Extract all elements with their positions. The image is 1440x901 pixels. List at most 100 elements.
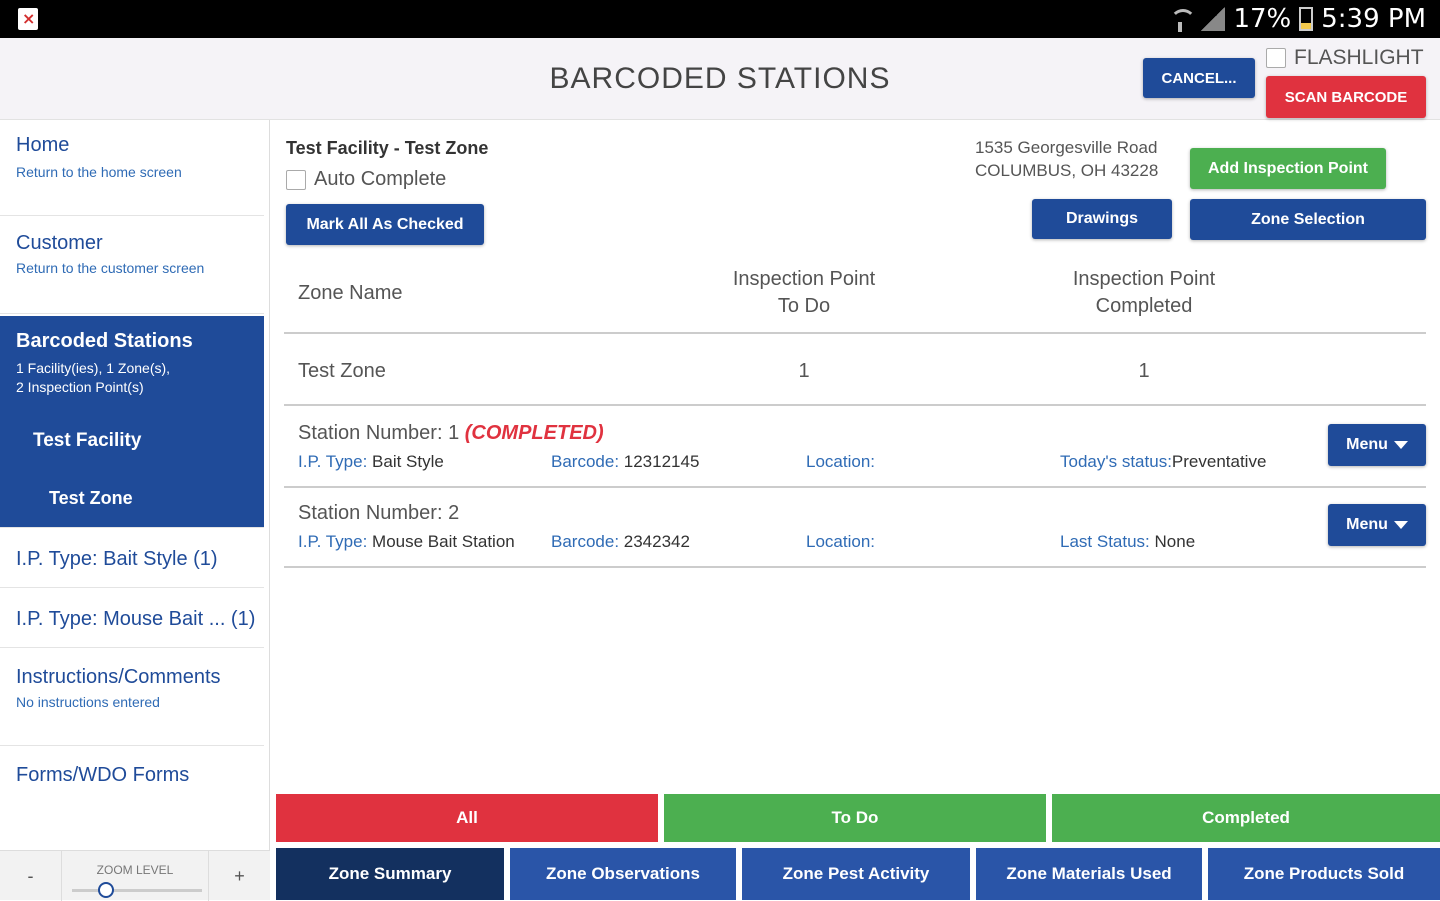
sidebar-item-sub: No instructions entered — [16, 694, 160, 710]
station-title: Station Number: 1 (COMPLETED) — [298, 422, 604, 445]
filter-all-button[interactable]: All — [276, 794, 658, 842]
station-menu-button[interactable]: Menu — [1328, 504, 1426, 546]
zone-selection-button[interactable]: Zone Selection — [1190, 199, 1426, 240]
barcode-key: Barcode: — [551, 452, 620, 471]
battery-percent: 17% — [1233, 4, 1292, 34]
col-ip-todo-line2: To Do — [777, 295, 831, 317]
address-line-2: COLUMBUS, OH 43228 — [975, 161, 1159, 180]
barcode-field: Barcode: 12312145 — [551, 452, 699, 472]
sidebar-item-sub: 1 Facility(ies), 1 Zone(s), — [16, 360, 171, 376]
status-value: None — [1149, 532, 1196, 551]
sidebar-item-forms[interactable]: Forms/WDO Forms — [0, 748, 264, 844]
flashlight-checkbox[interactable] — [1266, 48, 1286, 68]
station-number: Station Number: 2 — [298, 502, 460, 524]
main-content: Test Facility - Test Zone Auto Complete … — [272, 120, 1440, 900]
drawings-button[interactable]: Drawings — [1032, 199, 1172, 239]
filter-bar: All To Do Completed — [276, 794, 1440, 842]
status-indicators: 17% 5:39 PM — [1167, 4, 1426, 34]
tab-zone-pest-activity[interactable]: Zone Pest Activity — [742, 848, 970, 900]
zoom-label: ZOOM LEVEL — [96, 863, 174, 877]
ip-type-field: I.P. Type: Bait Style — [298, 452, 444, 472]
location-key: Location: — [806, 452, 875, 471]
filter-completed-button[interactable]: Completed — [1052, 794, 1440, 842]
system-status-bar: 17% 5:39 PM — [0, 0, 1440, 38]
add-inspection-point-button[interactable]: Add Inspection Point — [1190, 148, 1386, 189]
filter-todo-button[interactable]: To Do — [664, 794, 1046, 842]
menu-label: Menu — [1346, 436, 1388, 453]
station-row[interactable]: Station Number: 2 I.P. Type: Mouse Bait … — [284, 488, 1426, 568]
status-key: Today's status: — [1060, 452, 1172, 471]
sidebar-item-barcoded-stations[interactable]: Barcoded Stations 1 Facility(ies), 1 Zon… — [0, 316, 264, 528]
station-menu-button[interactable]: Menu — [1328, 424, 1426, 466]
ip-todo-cell: 1 — [798, 360, 810, 382]
sidebar-subitem-zone[interactable]: Test Zone — [49, 488, 133, 509]
ip-completed-cell: 1 — [1138, 360, 1150, 382]
tab-zone-products-sold[interactable]: Zone Products Sold — [1208, 848, 1440, 900]
address-line-1: 1535 Georgesville Road — [975, 138, 1158, 157]
clock: 5:39 PM — [1321, 4, 1426, 34]
mark-all-checked-button[interactable]: Mark All As Checked — [286, 204, 484, 245]
zoom-control: - ZOOM LEVEL + — [0, 850, 270, 901]
ip-type-key: I.P. Type: — [298, 452, 368, 471]
col-ip-completed: Inspection Point Completed — [1024, 266, 1264, 320]
sidebar-item-ip-bait[interactable]: I.P. Type: Bait Style (1) — [0, 530, 264, 588]
station-number: Station Number: 1 — [298, 422, 460, 444]
scan-barcode-button[interactable]: SCAN BARCODE — [1266, 76, 1426, 118]
completed-tag: (COMPLETED) — [464, 422, 604, 444]
col-zone-name: Zone Name — [298, 282, 403, 304]
zoom-out-button[interactable]: - — [0, 851, 62, 901]
app-header: BARCODED STATIONS CANCEL... FLASHLIGHT S… — [0, 38, 1440, 120]
flashlight-label: FLASHLIGHT — [1294, 46, 1424, 69]
tab-zone-summary[interactable]: Zone Summary — [276, 848, 504, 900]
ip-type-value: Bait Style — [367, 452, 444, 471]
status-field: Last Status: None — [1060, 532, 1195, 552]
menu-label: Menu — [1346, 516, 1388, 533]
app-notification-icon — [18, 8, 38, 30]
zone-name-cell: Test Zone — [298, 360, 386, 382]
sidebar-item-sub: 2 Inspection Point(s) — [16, 379, 144, 395]
sidebar-subitem-facility[interactable]: Test Facility — [33, 430, 141, 452]
status-key: Last Status: — [1060, 532, 1150, 551]
barcode-value: 12312145 — [619, 452, 700, 471]
auto-complete-label: Auto Complete — [314, 168, 447, 190]
auto-complete-toggle[interactable]: Auto Complete — [286, 168, 446, 191]
bottom-tab-bar: Zone Summary Zone Observations Zone Pest… — [276, 848, 1440, 900]
tab-zone-materials-used[interactable]: Zone Materials Used — [976, 848, 1202, 900]
cancel-button[interactable]: CANCEL... — [1143, 58, 1255, 98]
sidebar-item-sub: Return to the customer screen — [16, 260, 205, 276]
sidebar-item-label: I.P. Type: Bait Style (1) — [16, 548, 218, 570]
zone-table-header: Zone Name Inspection Point To Do Inspect… — [284, 258, 1426, 334]
sidebar-item-ip-mouse[interactable]: I.P. Type: Mouse Bait ... (1) — [0, 590, 264, 648]
location-field: Location: — [806, 452, 875, 472]
ip-type-value: Mouse Bait Station — [367, 532, 515, 551]
chevron-down-icon — [1393, 521, 1408, 529]
col-ip-todo: Inspection Point To Do — [684, 266, 924, 320]
wifi-icon — [1167, 6, 1197, 32]
location-field: Location: — [806, 532, 875, 552]
station-row[interactable]: Station Number: 1 (COMPLETED) I.P. Type:… — [284, 408, 1426, 488]
station-title: Station Number: 2 — [298, 502, 459, 525]
sidebar: Home Return to the home screen Customer … — [0, 120, 270, 901]
sidebar-item-label: Barcoded Stations — [16, 330, 193, 352]
facility-address: 1535 Georgesville Road COLUMBUS, OH 4322… — [975, 136, 1158, 182]
sidebar-item-customer[interactable]: Customer Return to the customer screen — [0, 218, 264, 314]
barcode-key: Barcode: — [551, 532, 620, 551]
zoom-slider-handle[interactable] — [98, 882, 114, 898]
sidebar-item-home[interactable]: Home Return to the home screen — [0, 120, 264, 216]
ip-type-field: I.P. Type: Mouse Bait Station — [298, 532, 515, 552]
tab-zone-observations[interactable]: Zone Observations — [510, 848, 736, 900]
signal-icon — [1201, 7, 1226, 31]
sidebar-item-label: Instructions/Comments — [16, 666, 221, 688]
barcode-field: Barcode: 2342342 — [551, 532, 690, 552]
zoom-in-button[interactable]: + — [208, 851, 270, 901]
ip-type-key: I.P. Type: — [298, 532, 368, 551]
status-field: Today's status:Preventative — [1060, 452, 1266, 472]
sidebar-item-instructions[interactable]: Instructions/Comments No instructions en… — [0, 650, 264, 746]
table-row[interactable]: Test Zone 1 1 — [284, 336, 1426, 406]
auto-complete-checkbox[interactable] — [286, 169, 306, 190]
barcode-value: 2342342 — [619, 532, 690, 551]
chevron-down-icon — [1393, 441, 1408, 449]
zoom-slider-track[interactable] — [72, 889, 202, 892]
flashlight-toggle[interactable]: FLASHLIGHT — [1266, 46, 1424, 70]
battery-icon — [1299, 7, 1314, 31]
